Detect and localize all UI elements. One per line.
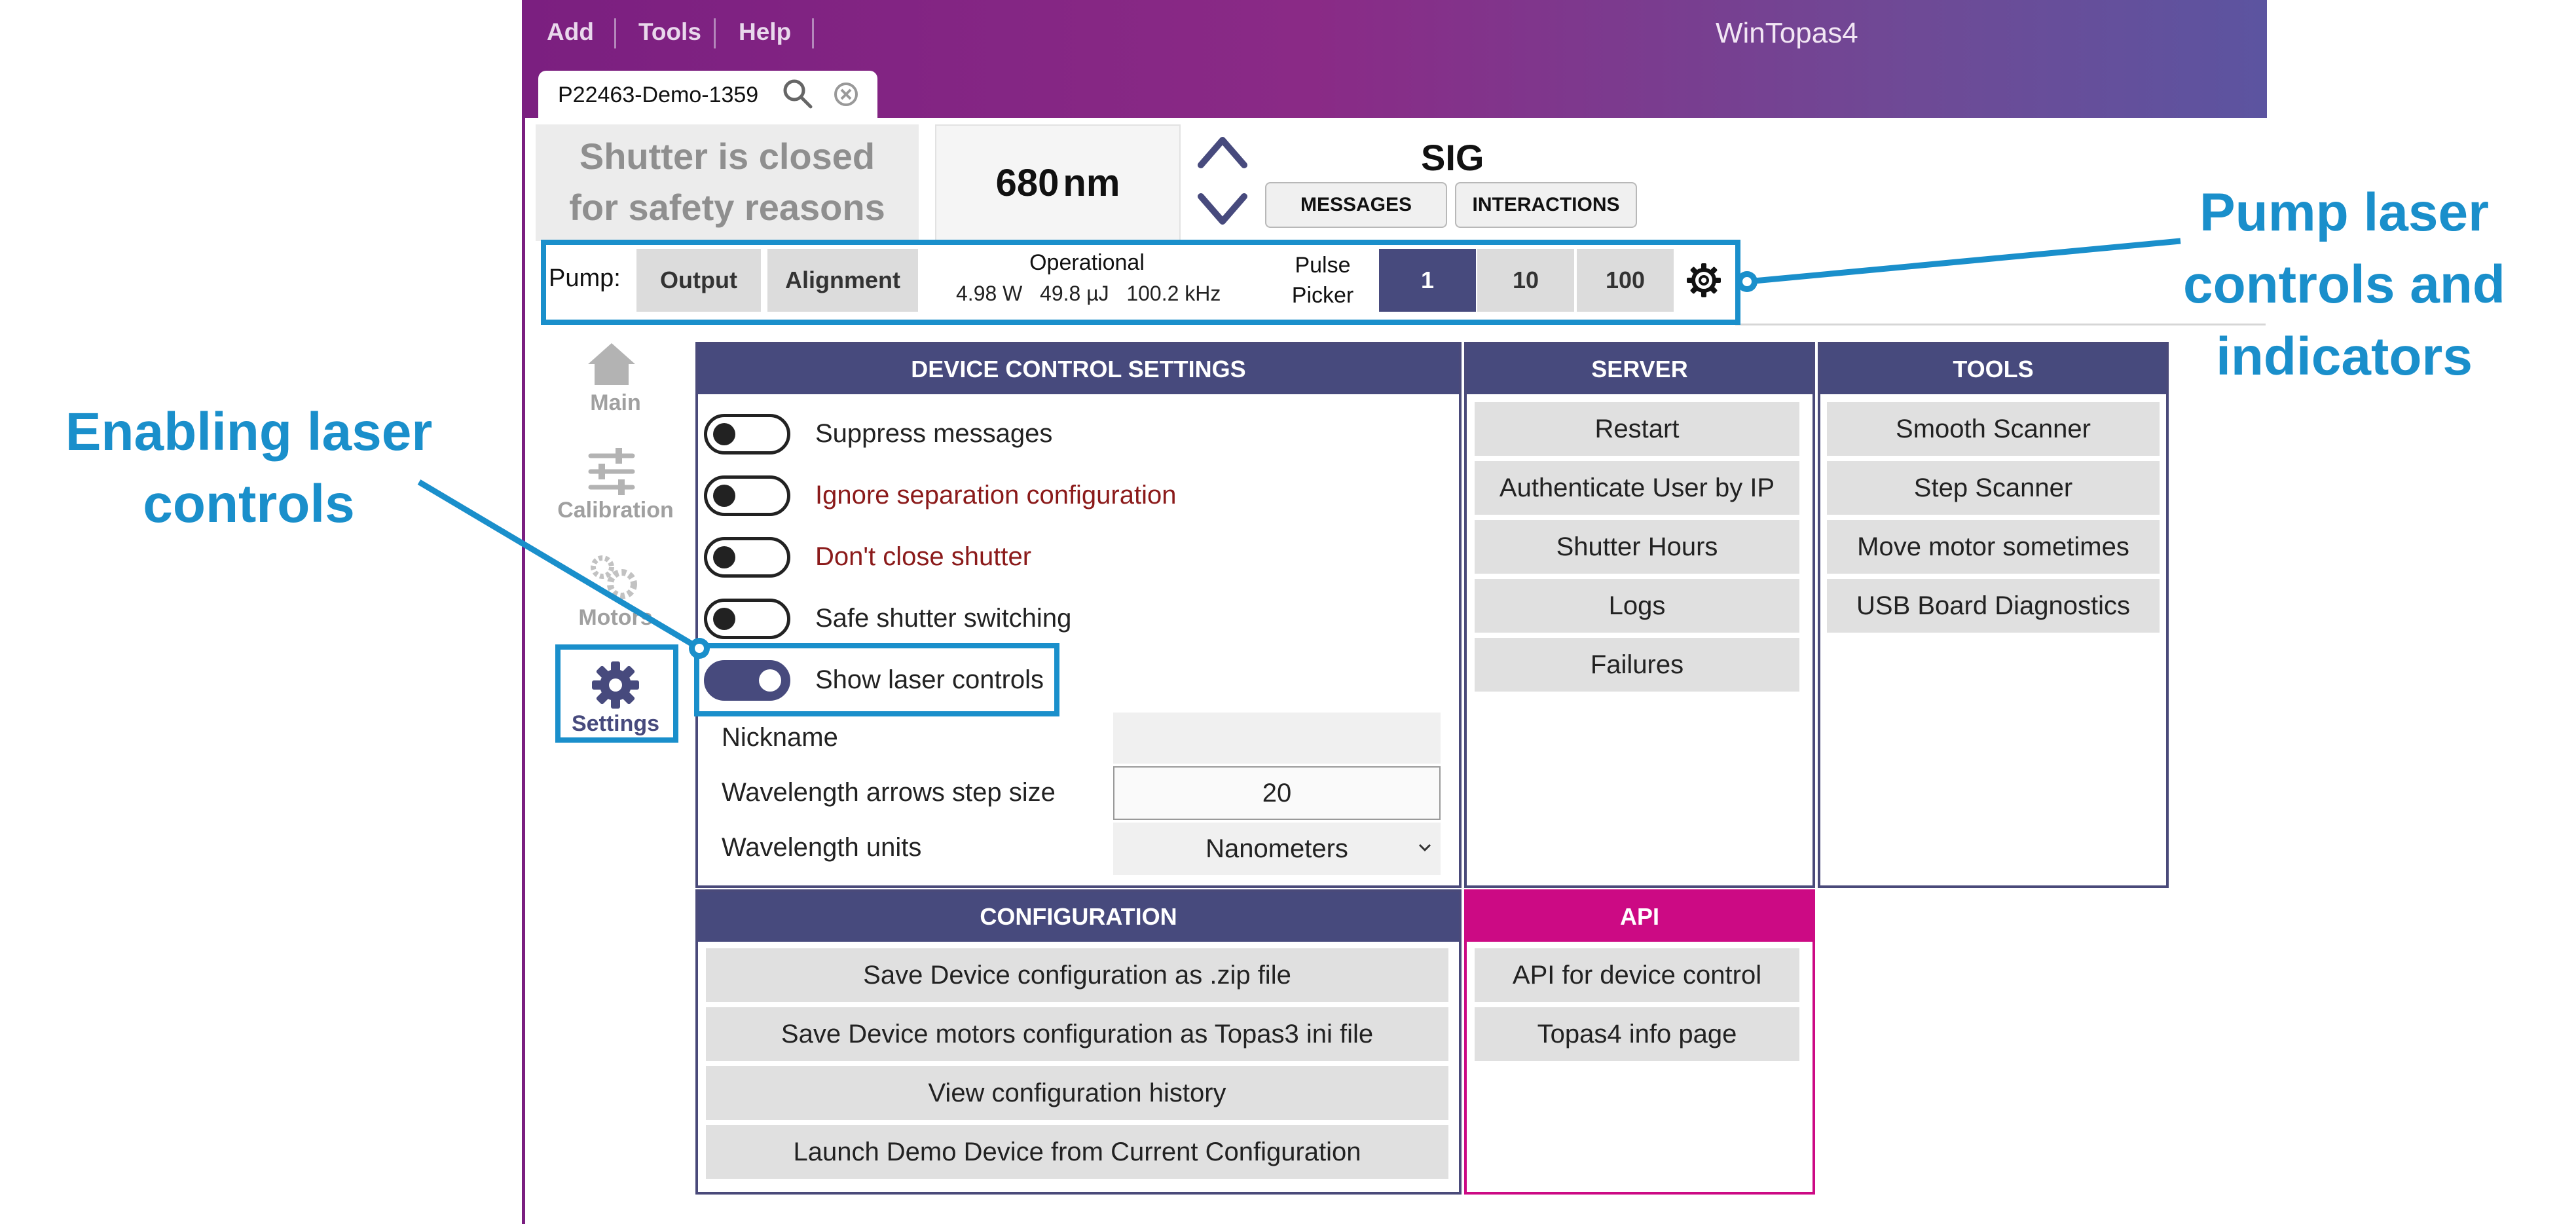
pump-annotation-text: Pump laser controls and indicators <box>2141 177 2547 393</box>
annotation-line: Enabling laser <box>65 402 433 462</box>
enable-annotation-text: Enabling laser controls <box>39 396 458 540</box>
annotation-line: controls <box>143 474 355 534</box>
annotation-line: indicators <box>2216 327 2473 386</box>
annotation-line: Pump laser <box>2199 183 2490 242</box>
annotation-line: controls and <box>2182 255 2506 314</box>
